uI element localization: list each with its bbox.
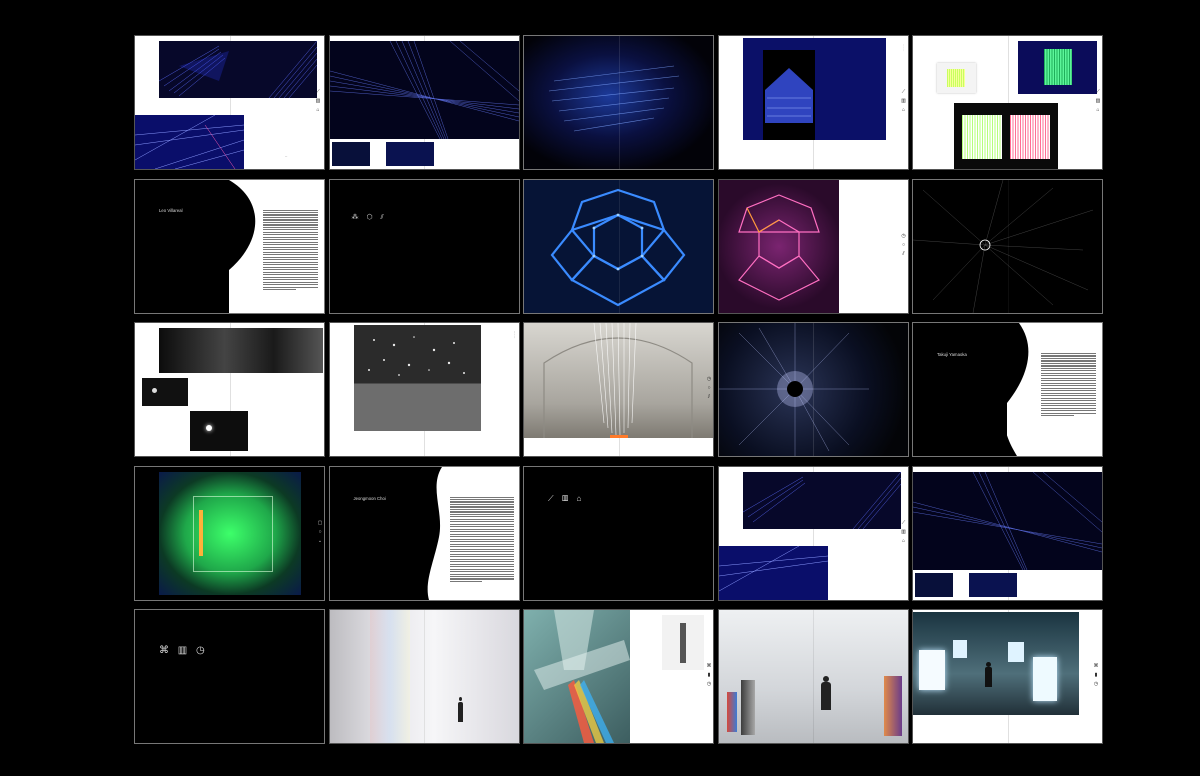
spread-7[interactable]: ⁂ ⬡ ⫽ [329, 179, 519, 313]
spread-12[interactable]: — — — [329, 323, 519, 456]
house-lightwork-photo [742, 38, 886, 140]
spread-10[interactable] [913, 179, 1102, 313]
light-boxes-photo [913, 612, 1079, 715]
spread-24[interactable] [718, 610, 908, 743]
spread-5[interactable]: ⟋ ▥ ⌂ [913, 36, 1102, 169]
spread-18[interactable]: ⟋ ▥ ⌂ [524, 466, 713, 600]
spread-16[interactable]: ▢ ○ ⌄ [135, 466, 324, 600]
spread-22[interactable] [329, 610, 519, 743]
spread-11[interactable] [135, 323, 324, 456]
artist-title: Jeongmoon Choi [353, 495, 386, 501]
symbol-row: ⌘ ▥ ◷ [159, 645, 208, 656]
chandelier-photo [524, 323, 713, 438]
string-installation-photo [159, 41, 317, 98]
spread-3[interactable] [524, 36, 713, 169]
artist-title: Leo Villareal [159, 207, 183, 213]
color-panels-photo [954, 103, 1058, 169]
spread-8[interactable] [524, 179, 713, 313]
spread-6[interactable]: Leo Villareal [135, 179, 324, 313]
symbol-row: ⟋ ▥ ⌂ [548, 493, 585, 503]
spread-23[interactable]: ⌘ ▮ ◷ [524, 610, 713, 743]
symbol-row: ⁂ ⬡ ⫽ [351, 213, 387, 221]
cloud-panorama-photo [159, 328, 323, 373]
spread-19[interactable]: ⟋ ▥ ⌂ [718, 466, 908, 600]
spread-21[interactable]: ⌘ ▥ ◷ [135, 610, 324, 743]
spread-15[interactable]: Takuji Yamaoka [913, 323, 1102, 456]
spread-9[interactable]: ◷ ○ ⫽ [718, 179, 908, 313]
spread-20[interactable] [913, 466, 1102, 600]
spread-25[interactable]: ⌘ ▮ ◷ [913, 610, 1102, 743]
dotted-wall-photo [353, 325, 481, 431]
spread-13[interactable]: ◷ ○ ⫽ [524, 323, 713, 456]
string-beam-photo [329, 41, 519, 139]
blue-string-photo [135, 115, 244, 169]
green-light-room-photo [159, 471, 301, 595]
spread-14[interactable] [718, 323, 908, 456]
spread-2[interactable] [329, 36, 519, 169]
artist-title: Takuji Yamaoka [937, 352, 967, 357]
spread-grid: ⟋ ▥ ⌂ — ⟋ ▥ ⌂ — — — ⟋ ▥ ⌂ Leo Villareal … [135, 36, 1102, 743]
icon-strip: ⟋ ▥ ⌂ [315, 89, 321, 113]
spread-1[interactable]: ⟋ ▥ ⌂ — [135, 36, 324, 169]
prism-glass-photo [524, 610, 630, 743]
spread-4[interactable]: ⟋ ▥ ⌂ — — — [718, 36, 908, 169]
magenta-dome-photo [718, 179, 839, 313]
spread-17[interactable]: Jeongmoon Choi [329, 466, 519, 600]
